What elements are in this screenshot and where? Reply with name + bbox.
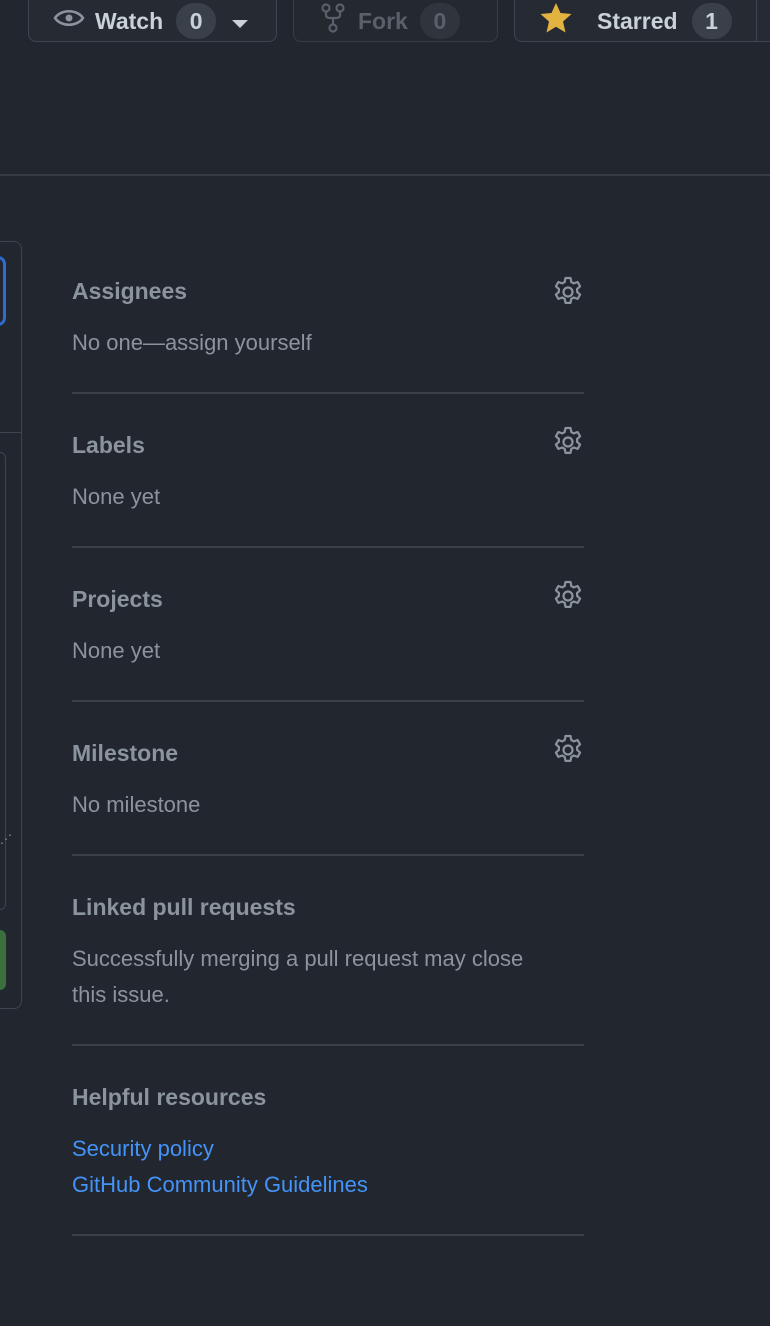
linked-prs-title: Linked pull requests — [72, 894, 296, 920]
milestone-title: Milestone — [72, 740, 179, 766]
projects-title: Projects — [72, 586, 163, 612]
resources-links: Security policy GitHub Community Guideli… — [72, 1131, 368, 1203]
eye-icon — [53, 7, 85, 35]
starred-count: 1 — [691, 3, 732, 39]
title-input[interactable] — [0, 256, 6, 326]
fork-label: Fork — [358, 7, 408, 34]
form-divider — [0, 432, 22, 433]
gear-icon[interactable] — [552, 580, 584, 612]
starred-button[interactable]: Starred 1 — [514, 0, 770, 42]
divider — [72, 854, 584, 856]
labels-title: Labels — [72, 432, 145, 458]
watch-count: 0 — [176, 3, 217, 39]
gear-icon[interactable] — [552, 426, 584, 458]
header-divider — [0, 174, 770, 176]
linked-prs-description: Successfully merging a pull request may … — [72, 946, 524, 1007]
community-guidelines-link[interactable]: GitHub Community Guidelines — [72, 1167, 368, 1203]
watch-label: Watch — [95, 7, 164, 34]
labels-value: None yet — [72, 484, 161, 509]
starred-label: Starred — [597, 7, 678, 34]
divider — [72, 392, 584, 394]
watch-button[interactable]: Watch 0 — [28, 0, 277, 42]
divider — [72, 700, 584, 702]
gear-icon[interactable] — [552, 734, 584, 766]
divider — [72, 1044, 584, 1046]
security-policy-link[interactable]: Security policy — [72, 1131, 368, 1167]
star-icon — [539, 2, 573, 40]
resize-handle-icon[interactable]: ⋰ — [0, 832, 12, 846]
fork-button[interactable]: Fork 0 — [293, 0, 498, 42]
divider — [72, 1234, 584, 1236]
button-divider — [756, 0, 757, 41]
divider — [72, 546, 584, 548]
submit-button[interactable] — [0, 930, 6, 990]
assignees-title: Assignees — [72, 278, 188, 304]
fork-icon — [320, 3, 346, 39]
gear-icon[interactable] — [552, 276, 584, 308]
assignees-value[interactable]: No one—assign yourself — [72, 325, 312, 361]
chevron-down-icon[interactable] — [232, 8, 249, 35]
projects-value: None yet — [72, 638, 161, 663]
fork-count: 0 — [419, 3, 460, 39]
milestone-value: No milestone — [72, 792, 201, 817]
helpful-resources-title: Helpful resources — [72, 1084, 267, 1110]
